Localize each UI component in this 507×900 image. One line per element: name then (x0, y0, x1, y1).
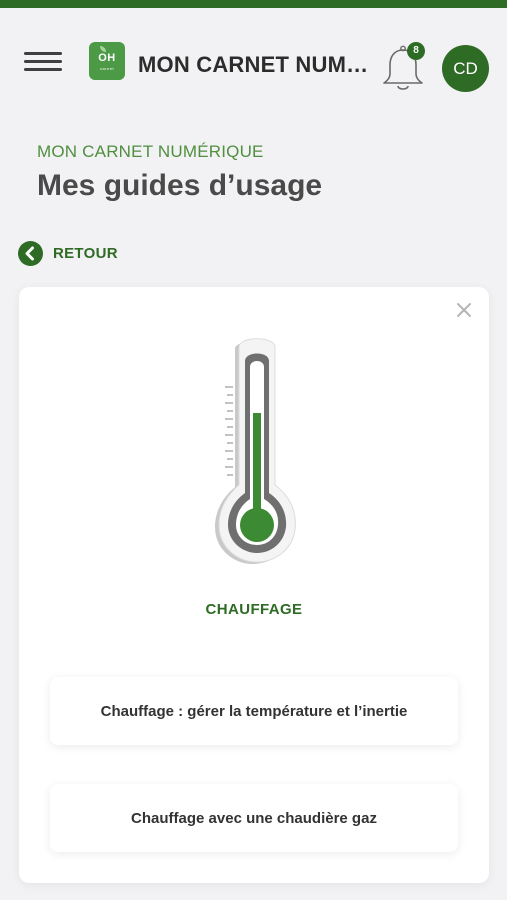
logo-subtext: carnet (99, 66, 115, 71)
chevron-left-icon (18, 240, 43, 266)
notification-badge: 8 (407, 42, 425, 60)
menu-line (24, 60, 62, 63)
guide-item[interactable]: Chauffage : gérer la température et l’in… (50, 677, 458, 745)
category-title: CHAUFFAGE (205, 601, 303, 618)
app-logo[interactable]: OH carnet (89, 42, 125, 80)
user-avatar[interactable]: CD (442, 45, 489, 92)
thermometer-icon (199, 337, 309, 567)
top-accent-bar (0, 0, 507, 8)
close-icon[interactable] (455, 301, 473, 319)
menu-line (24, 68, 62, 71)
hamburger-menu-icon[interactable] (24, 50, 62, 74)
logo-text: OH (98, 52, 116, 64)
page-title: Mes guides d’usage (37, 169, 323, 202)
back-button[interactable]: RETOUR (18, 240, 118, 266)
app-header: OH carnet MON CARNET NUMÉRIQUE 8 CD (0, 8, 507, 112)
guide-item-label: Chauffage avec une chaudière gaz (131, 809, 377, 827)
app-title: MON CARNET NUMÉRIQUE (138, 52, 378, 77)
guide-item-label: Chauffage : gérer la température et l’in… (100, 702, 408, 720)
guide-category-card: CHAUFFAGE Chauffage : gérer la températu… (19, 287, 489, 883)
menu-line (24, 52, 62, 55)
breadcrumb: MON CARNET NUMÉRIQUE (37, 142, 264, 161)
guide-item[interactable]: Chauffage avec une chaudière gaz (50, 784, 458, 852)
back-label: RETOUR (53, 244, 118, 262)
